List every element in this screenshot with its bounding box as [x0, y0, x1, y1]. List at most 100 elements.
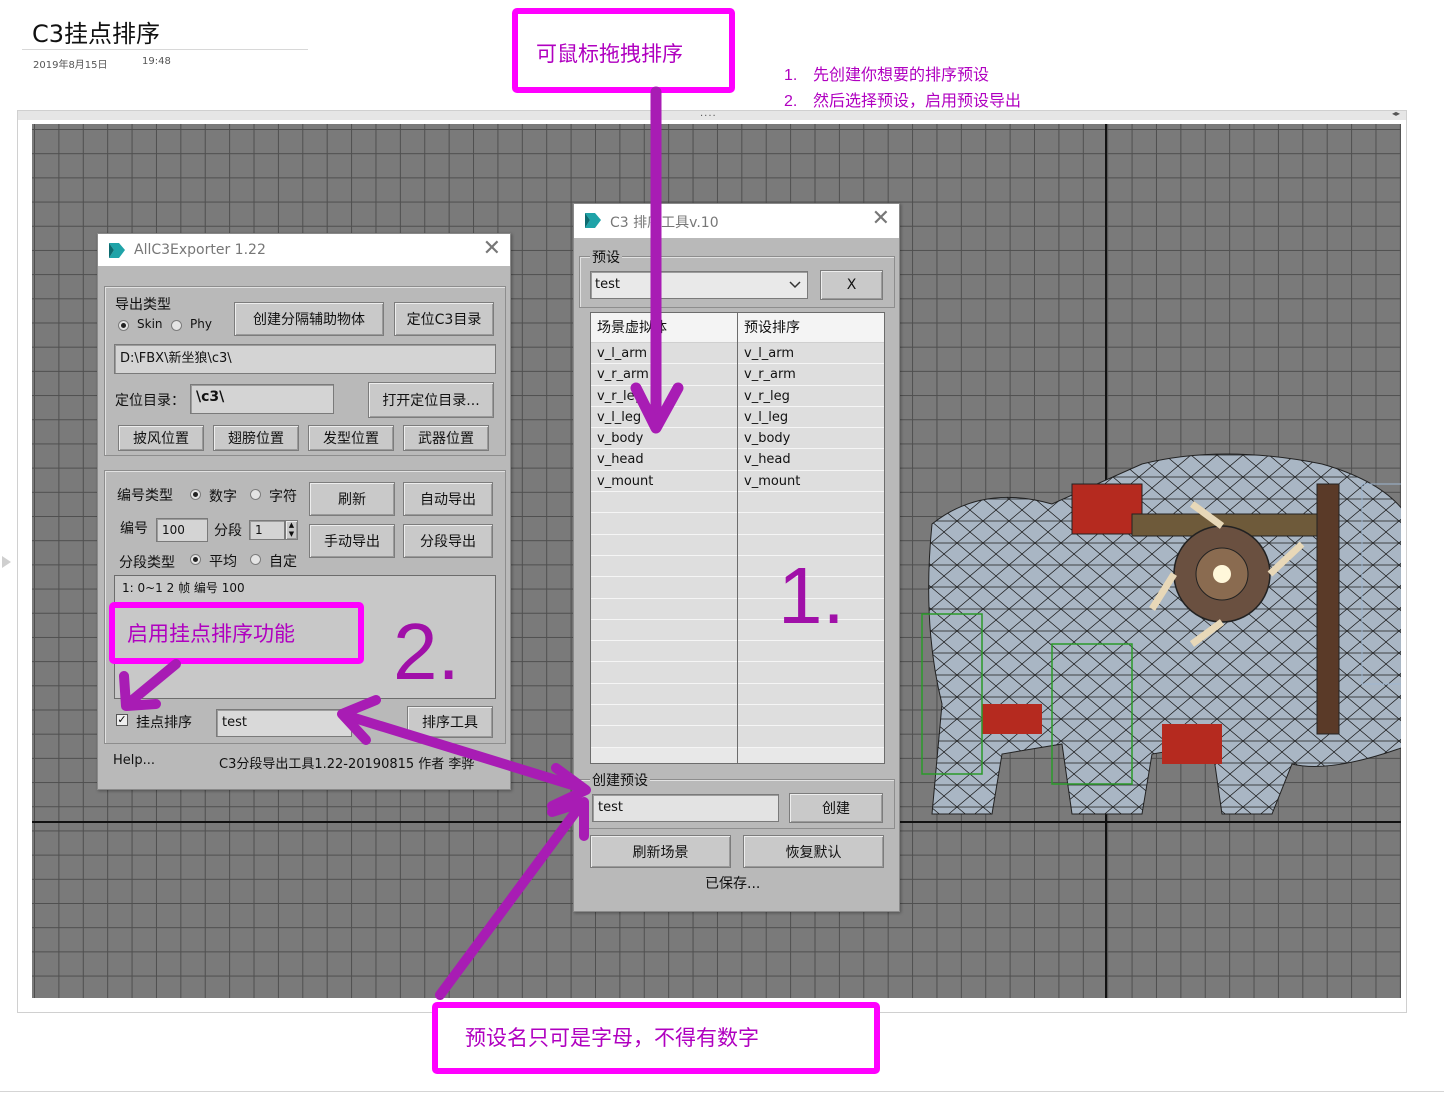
- radio-number[interactable]: [190, 489, 201, 500]
- create-preset-label: 创建预设: [590, 770, 650, 790]
- manual-export-button[interactable]: 手动导出: [309, 524, 395, 558]
- resize-handle-dots[interactable]: ....: [700, 108, 717, 119]
- create-preset-button[interactable]: 创建: [789, 793, 883, 823]
- list-item[interactable]: v_body: [738, 428, 884, 450]
- radio-average-label: 平均: [209, 554, 237, 570]
- export-path-field[interactable]: D:\FBX\新坐狼\c3\: [114, 344, 496, 374]
- radio-phy[interactable]: [171, 320, 182, 331]
- list-item[interactable]: v_l_arm: [738, 343, 884, 365]
- preset-select-value: test: [595, 277, 620, 292]
- note-item: 1. 先创建你想要的排序预设: [784, 62, 1021, 88]
- list-item[interactable]: v_r_arm: [738, 364, 884, 386]
- preset-column[interactable]: 预设排序 v_l_arm v_r_arm v_r_leg v_l_leg v_body v…: [738, 313, 884, 763]
- list-item[interactable]: v_l_arm: [591, 343, 737, 365]
- radio-custom[interactable]: [250, 554, 261, 565]
- mount-sort-checkbox[interactable]: ✓: [116, 714, 128, 726]
- page-bottom-rule: [0, 1091, 1444, 1092]
- wing-position-button[interactable]: 翅膀位置: [213, 425, 299, 451]
- preset-input[interactable]: test: [216, 709, 352, 737]
- number-input[interactable]: 100: [156, 518, 208, 542]
- sort-list[interactable]: 场景虚拟体 v_l_arm v_r_arm v_r_leg v_l_leg v_body…: [590, 312, 885, 764]
- note-text: 然后选择预设，启用预设导出: [813, 91, 1022, 110]
- annotation-drag-text: 可鼠标拖拽排序: [536, 42, 683, 66]
- numbered-notes: 1. 先创建你想要的排序预设 2. 然后选择预设，启用预设导出: [784, 62, 1021, 114]
- note-number: 1.: [784, 67, 798, 84]
- create-helper-button[interactable]: 创建分隔辅助物体: [234, 302, 384, 336]
- list-item[interactable]: v_head: [738, 449, 884, 471]
- radio-skin-label: Skin: [137, 317, 163, 331]
- hair-position-button[interactable]: 发型位置: [308, 425, 394, 451]
- page-time: 19:48: [142, 56, 171, 67]
- wolf-mount-model: [921, 453, 1401, 815]
- help-link[interactable]: Help...: [113, 753, 155, 768]
- chevron-down-icon: [789, 281, 801, 289]
- segment-list-item[interactable]: 1: 0~1 2 帧 编号 100: [115, 576, 495, 599]
- list-item-empty: [591, 705, 737, 727]
- save-status-text: 已保存...: [705, 876, 761, 892]
- list-item[interactable]: v_l_leg: [591, 406, 737, 429]
- list-item-empty: [738, 662, 884, 684]
- segment-spinner-arrows[interactable]: ▲ ▼: [285, 520, 298, 540]
- sorter-title: C3 排序工具v.10: [610, 215, 719, 231]
- restore-default-button[interactable]: 恢复默认: [743, 835, 884, 868]
- list-item-empty: [591, 726, 737, 748]
- exporter-window[interactable]: AllC3Exporter 1.22 ✕ 导出类型 Skin Phy 创建分隔辅…: [97, 233, 511, 790]
- sorter-titlebar[interactable]: C3 排序工具v.10 ✕: [574, 204, 899, 238]
- list-item[interactable]: v_body: [591, 428, 737, 450]
- 3dsmax-logo-icon: [585, 213, 601, 228]
- auto-export-button[interactable]: 自动导出: [403, 482, 493, 516]
- list-item-empty: [738, 492, 884, 514]
- export-type-label: 导出类型: [115, 297, 171, 313]
- preset-column-header[interactable]: 预设排序: [738, 313, 884, 343]
- list-item-empty: [591, 641, 737, 663]
- open-dir-button[interactable]: 打开定位目录...: [368, 382, 494, 418]
- list-item-empty: [591, 513, 737, 535]
- sort-tool-button[interactable]: 排序工具: [407, 706, 493, 738]
- segment-spinner[interactable]: 1: [249, 520, 285, 540]
- radio-custom-label: 自定: [269, 554, 297, 570]
- list-item[interactable]: v_l_leg: [738, 406, 884, 429]
- segment-export-button[interactable]: 分段导出: [403, 524, 493, 558]
- list-item-empty: [591, 598, 737, 620]
- weapon-position-button[interactable]: 武器位置: [403, 425, 489, 451]
- create-preset-input[interactable]: test: [592, 794, 779, 822]
- annotation-enable-text: 启用挂点排序功能: [127, 622, 295, 646]
- number-type-label: 编号类型: [117, 488, 173, 504]
- list-item[interactable]: v_head: [591, 449, 737, 471]
- radio-char[interactable]: [250, 489, 261, 500]
- list-item[interactable]: v_r_leg: [591, 385, 737, 407]
- list-item[interactable]: v_r_arm: [591, 364, 737, 386]
- exporter-footer-text: C3分段导出工具1.22-20190815 作者 李骅: [219, 757, 475, 772]
- list-item[interactable]: v_r_leg: [738, 385, 884, 407]
- expand-arrows-icon[interactable]: ◂▸: [1392, 109, 1400, 118]
- list-item-empty: [591, 662, 737, 684]
- list-item-empty: [591, 555, 737, 578]
- scene-column-header[interactable]: 场景虚拟体: [591, 313, 737, 343]
- refresh-button[interactable]: 刷新: [309, 482, 395, 516]
- list-item[interactable]: v_mount: [738, 470, 884, 493]
- locate-dir-label: 定位目录：: [115, 393, 185, 409]
- list-item[interactable]: v_mount: [591, 470, 737, 493]
- sorter-window[interactable]: C3 排序工具v.10 ✕ 预设 test X 场景虚拟体 v_l_arm v_r…: [573, 203, 900, 912]
- annotation-label-2: 2.: [393, 607, 460, 696]
- locate-dir-field[interactable]: \c3\: [190, 384, 334, 414]
- exporter-titlebar[interactable]: AllC3Exporter 1.22 ✕: [98, 234, 510, 266]
- list-item-empty: [738, 683, 884, 706]
- locate-c3-button[interactable]: 定位C3目录: [394, 302, 494, 336]
- list-item-empty: [591, 492, 737, 514]
- refresh-scene-button[interactable]: 刷新场景: [590, 835, 731, 868]
- close-icon[interactable]: ✕: [872, 207, 890, 231]
- preset-select[interactable]: test: [590, 271, 808, 299]
- list-item-empty: [738, 513, 884, 535]
- radio-average[interactable]: [190, 554, 201, 565]
- delete-preset-button[interactable]: X: [820, 270, 883, 300]
- list-item-empty: [738, 641, 884, 663]
- cape-position-button[interactable]: 披风位置: [118, 425, 204, 451]
- list-item-empty: [591, 619, 737, 642]
- scene-column[interactable]: 场景虚拟体 v_l_arm v_r_arm v_r_leg v_l_leg v_body…: [591, 313, 738, 763]
- radio-skin[interactable]: [118, 320, 129, 331]
- close-icon[interactable]: ✕: [483, 237, 501, 261]
- segment-label: 分段: [214, 523, 242, 539]
- side-expand-icon[interactable]: [2, 556, 11, 568]
- segment-type-label: 分段类型: [119, 555, 175, 571]
